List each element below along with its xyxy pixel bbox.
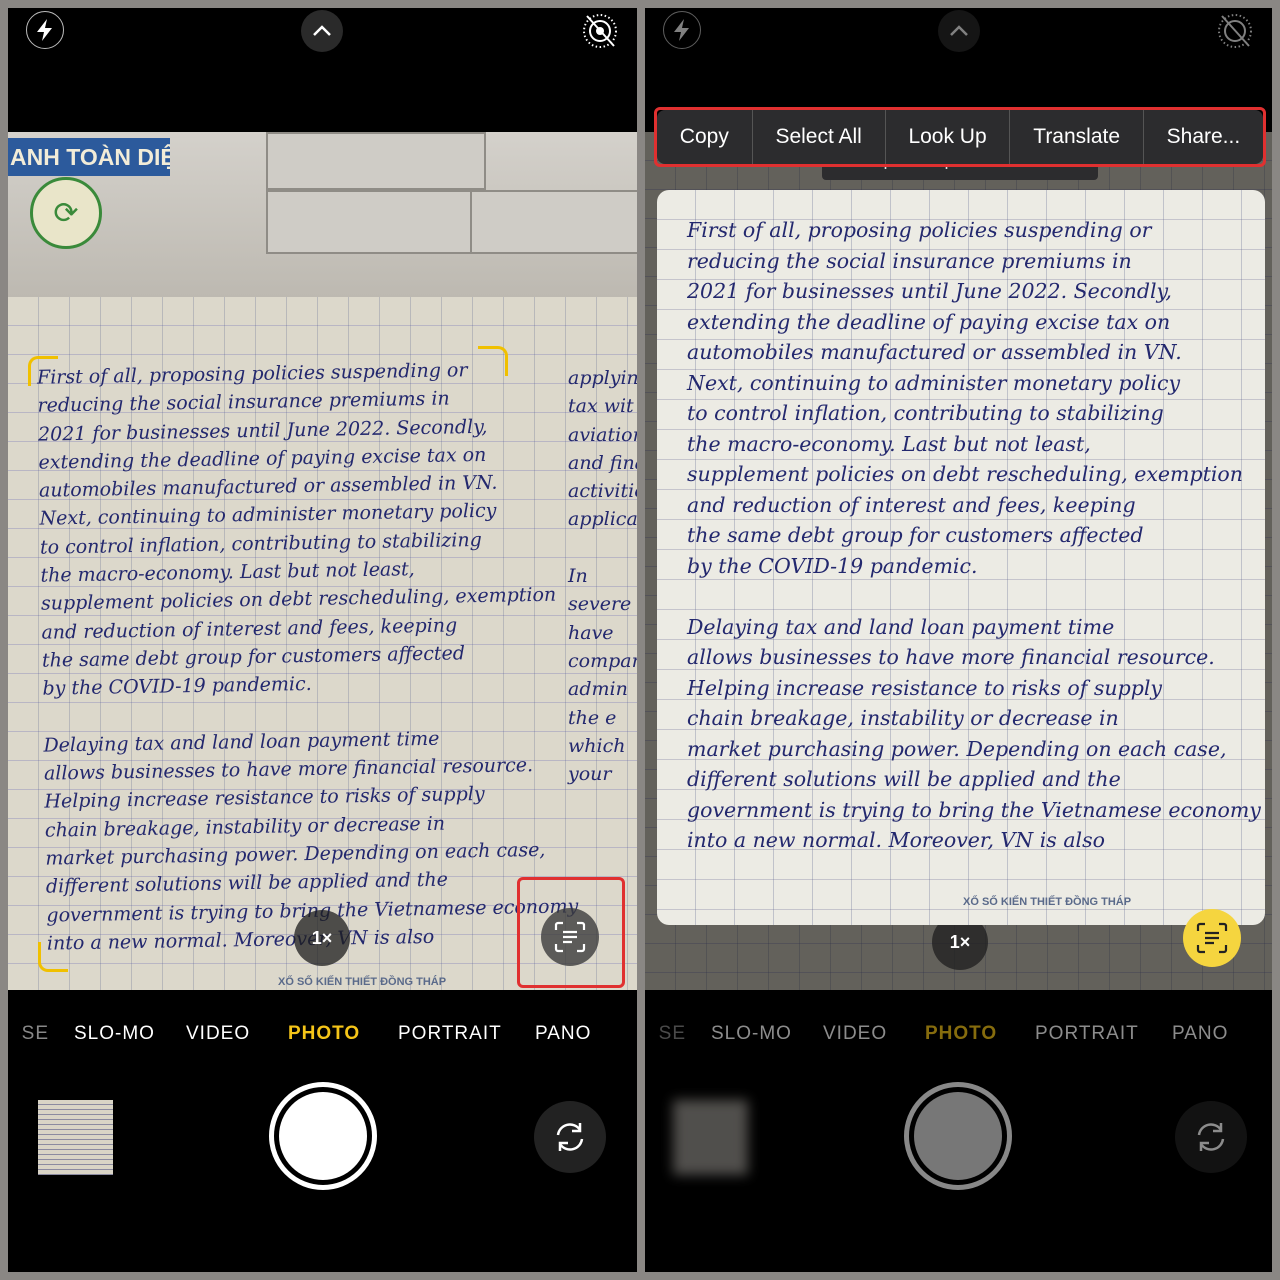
text-line: Next, continuing to administer monetary …: [687, 370, 1181, 395]
text-line: reducing the social insurance premiums i…: [687, 248, 1132, 273]
zoom-1x-button[interactable]: 1×: [294, 910, 350, 966]
scan-corner: [28, 356, 58, 386]
chevron-up-icon[interactable]: [301, 10, 343, 52]
sticker-label: ANH TOÀN DIỆN: [8, 138, 170, 176]
shutter-button[interactable]: [904, 1082, 1012, 1190]
text-line: [687, 584, 1261, 615]
live-photo-off-icon[interactable]: [581, 12, 619, 50]
flip-camera-icon: [556, 1123, 584, 1151]
shutter-button[interactable]: [269, 1082, 377, 1190]
text-line: applicat: [568, 508, 637, 531]
text-line: to control inflation, contributing to st…: [687, 401, 1164, 425]
flip-camera-button[interactable]: [1175, 1101, 1247, 1173]
detected-text-card[interactable]: First of all, proposing policies suspend…: [657, 190, 1265, 925]
camera-screen-before: ANH TOÀN DIỆN ⟳ First of all, proposing …: [8, 8, 637, 1272]
camera-screen-live-text: 1× Swipe or tap to select text. Copy Sel…: [645, 8, 1272, 1272]
text-line: have: [568, 621, 614, 644]
mode-pano[interactable]: PANO: [535, 1023, 591, 1045]
live-text-button-active[interactable]: [1183, 909, 1241, 967]
text-line: and reduction of interest and fees, keep…: [687, 492, 1136, 517]
camera-mode-selector[interactable]: PSE SLO-MO VIDEO PHOTO PORTRAIT PANO: [645, 1023, 1272, 1049]
mode-pse[interactable]: PSE: [659, 1023, 686, 1045]
text-line: the same debt group for customers affect…: [687, 523, 1144, 547]
last-photo-thumbnail[interactable]: [673, 1100, 748, 1175]
text-line: First of all, proposing policies suspend…: [687, 218, 1152, 242]
mode-pano[interactable]: PANO: [1172, 1023, 1228, 1045]
scan-corner: [38, 942, 68, 972]
handwritten-text: First of all, proposing policies suspend…: [37, 357, 579, 960]
text-line: In: [568, 565, 588, 588]
text-line: chain breakage, instability or decrease …: [687, 706, 1119, 730]
camera-viewfinder[interactable]: ANH TOÀN DIỆN ⟳ First of all, proposing …: [8, 132, 637, 990]
text-line: aviation: [568, 423, 637, 446]
flash-icon[interactable]: [663, 11, 701, 49]
mode-portrait[interactable]: PORTRAIT: [1035, 1023, 1139, 1045]
text-line: your: [568, 763, 612, 786]
text-line: compar: [568, 649, 637, 672]
highlight-box: [654, 107, 1266, 167]
camera-mode-selector[interactable]: PSE SLO-MO VIDEO PHOTO PORTRAIT PANO: [8, 1023, 637, 1049]
text-line: the macro-economy. Last but not least,: [687, 431, 1091, 456]
text-line: and fina: [568, 451, 637, 474]
handwritten-text[interactable]: First of all, proposing policies suspend…: [687, 218, 1261, 859]
mode-portrait[interactable]: PORTRAIT: [398, 1023, 502, 1045]
text-line: Delaying tax and land loan payment time: [687, 614, 1115, 639]
text-line: different solutions will be applied and …: [687, 767, 1121, 791]
text-line: severe: [568, 593, 632, 616]
recycle-seal-icon: ⟳: [30, 177, 102, 249]
last-photo-thumbnail[interactable]: [38, 1100, 113, 1175]
text-line: [568, 537, 637, 565]
mode-pse[interactable]: PSE: [22, 1023, 49, 1045]
mode-video[interactable]: VIDEO: [186, 1023, 250, 1045]
chevron-up-icon[interactable]: [938, 10, 980, 52]
live-text-icon: [1196, 922, 1228, 954]
mode-photo[interactable]: PHOTO: [288, 1023, 360, 1045]
laptop-photo: ANH TOÀN DIỆN ⟳: [8, 132, 637, 297]
text-line: tax wit: [568, 395, 634, 418]
highlight-box: [517, 877, 625, 988]
mode-slo-mo[interactable]: SLO-MO: [711, 1023, 792, 1045]
text-line: the e: [568, 706, 617, 729]
text-line: applying: [568, 367, 637, 389]
text-line: by the COVID-19 pandemic.: [687, 553, 978, 578]
text-line: into a new normal. Moreover, VN is also: [687, 828, 1105, 852]
text-line: allows businesses to have more financial…: [687, 645, 1215, 669]
flip-camera-button[interactable]: [534, 1101, 606, 1173]
mode-photo[interactable]: PHOTO: [925, 1023, 997, 1045]
notebook-footer: XỔ SỐ KIẾN THIẾT ĐỒNG THÁP: [278, 976, 447, 988]
mode-slo-mo[interactable]: SLO-MO: [74, 1023, 155, 1045]
scan-corner: [478, 346, 508, 376]
live-photo-off-icon[interactable]: [1216, 12, 1254, 50]
text-line: admin: [568, 678, 628, 701]
flip-camera-icon: [1197, 1123, 1225, 1151]
text-line: supplement policies on debt rescheduling…: [687, 462, 1243, 486]
notebook-footer: XỔ SỐ KIẾN THIẾT ĐỒNG THÁP: [963, 896, 1132, 908]
text-line: government is trying to bring the Vietna…: [687, 797, 1261, 822]
text-line: activitie: [568, 480, 637, 503]
text-line: automobiles manufactured or assembled in…: [687, 340, 1182, 364]
text-line: which: [568, 734, 626, 757]
mode-video[interactable]: VIDEO: [823, 1023, 887, 1045]
flash-icon[interactable]: [26, 11, 64, 49]
text-line: extending the deadline of paying excise …: [687, 309, 1171, 334]
handwritten-side-column: applying tax wit aviation and fina activitie…: [568, 367, 637, 791]
text-line: Helping increase resistance to risks of …: [687, 675, 1162, 700]
text-line: 2021 for businesses until June 2022. Sec…: [687, 279, 1172, 303]
text-line: market purchasing power. Depending on ea…: [687, 736, 1227, 761]
